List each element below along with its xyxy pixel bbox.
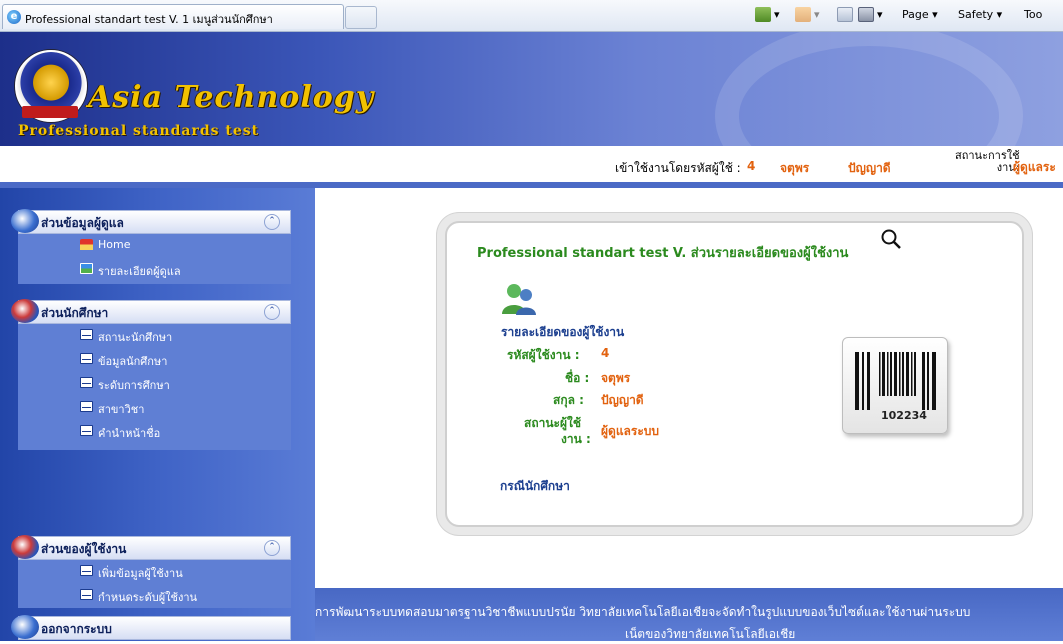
- panel-title: ออกจากระบบ: [41, 622, 112, 636]
- user-id-label: รหัสผู้ใช้งาน :: [507, 348, 580, 362]
- brand-title: Asia Technology: [88, 80, 375, 115]
- print-dropdown-icon[interactable]: ▾: [877, 5, 883, 25]
- search-icon[interactable]: [880, 228, 902, 250]
- sidebar-item-label: สาขาวิชา: [98, 403, 145, 416]
- feeds-dropdown-icon[interactable]: ▾: [814, 5, 820, 25]
- book-icon: [11, 535, 39, 559]
- sidebar-item-label: ระดับการศึกษา: [98, 379, 170, 392]
- feeds-icon[interactable]: [795, 7, 811, 22]
- logo-ribbon: [22, 106, 78, 118]
- login-label: เข้าใช้งานโดยรหัสผู้ใช้ :: [615, 161, 741, 175]
- envelope-icon: [80, 377, 93, 388]
- envelope-icon: [80, 353, 93, 364]
- status-label: สถานะการใช้ งาน:: [955, 150, 1020, 174]
- panel-admin-info: ส่วนข้อมูลผู้ดูแล ⌃ Home รายละเอียดผู้ดู…: [11, 209, 291, 284]
- sidebar-item-major[interactable]: สาขาวิชา: [18, 396, 291, 420]
- panel-body: เพิ่มข้อมูลผู้ใช้งาน กำหนดระดับผู้ใช้งาน: [18, 560, 291, 608]
- sidebar-item-home[interactable]: Home: [18, 234, 291, 258]
- book-icon: [11, 299, 39, 323]
- panel-header[interactable]: ส่วนของผู้ใช้งาน ⌃: [11, 535, 291, 560]
- panel-body: สถานะนักศึกษา ข้อมูลนักศึกษา ระดับการศึก…: [18, 324, 291, 450]
- sidebar-item-label: ข้อมูลนักศึกษา: [98, 355, 168, 368]
- name-label: ชื่อ :: [565, 371, 590, 385]
- panel-header[interactable]: ส่วนข้อมูลผู้ดูแล ⌃: [11, 209, 291, 234]
- panel-title: ส่วนข้อมูลผู้ดูแล: [41, 216, 124, 230]
- collapse-icon[interactable]: ⌃: [264, 304, 280, 320]
- card-title: Professional standart test V. ส่วนรายละเ…: [477, 246, 849, 261]
- panel-header[interactable]: ส่วนนักศึกษา ⌃: [11, 299, 291, 324]
- tools-menu[interactable]: Too: [1024, 5, 1042, 25]
- sidebar-item-user-level[interactable]: กำหนดระดับผู้ใช้งาน: [18, 584, 291, 608]
- sidebar-item-label: เพิ่มข้อมูลผู้ใช้งาน: [98, 567, 183, 580]
- panel-logout: ออกจากระบบ: [11, 615, 291, 640]
- section-title: รายละเอียดของผู้ใช้งาน: [501, 325, 625, 339]
- sidebar-item-student-info[interactable]: ข้อมูลนักศึกษา: [18, 348, 291, 372]
- student-case-link[interactable]: กรณีนักศึกษา: [500, 477, 570, 496]
- logout-button[interactable]: ออกจากระบบ: [11, 615, 291, 640]
- sidebar-item-education-level[interactable]: ระดับการศึกษา: [18, 372, 291, 396]
- page-menu[interactable]: Page ▾: [902, 5, 938, 25]
- surname-label: สกุล :: [553, 393, 584, 407]
- envelope-icon: [80, 401, 93, 412]
- panel-title: ส่วนนักศึกษา: [41, 306, 109, 320]
- picture-icon: [80, 263, 93, 274]
- barcode-icon: [855, 352, 936, 410]
- ie-logo-icon: e: [7, 10, 21, 24]
- panel-student: ส่วนนักศึกษา ⌃ สถานะนักศึกษา ข้อมูลนักศึ…: [11, 299, 291, 450]
- envelope-icon: [80, 565, 93, 576]
- browser-tab[interactable]: e Professional standart test V. 1 เมนูส่…: [2, 4, 344, 29]
- safety-menu[interactable]: Safety ▾: [958, 5, 1002, 25]
- footer-line-1: การพัฒนาระบบทดสอบมาตรฐานวิชาชีพแบบปรนัย …: [315, 605, 971, 619]
- panel-title: ส่วนของผู้ใช้งาน: [41, 542, 127, 556]
- status-field-value: ผู้ดูแลระบบ: [601, 424, 660, 438]
- tab-title: Professional standart test V. 1 เมนูส่วน…: [25, 13, 273, 26]
- logout-icon: [11, 615, 39, 639]
- footer: การพัฒนาระบบทดสอบมาตรฐานวิชาชีพแบบปรนัย …: [315, 588, 1063, 641]
- login-user-id: 4: [747, 159, 756, 173]
- panel-user: ส่วนของผู้ใช้งาน ⌃ เพิ่มข้อมูลผู้ใช้งาน …: [11, 535, 291, 608]
- sidebar-item-label: คำนำหน้าชื่อ: [98, 427, 161, 440]
- collapse-icon[interactable]: ⌃: [264, 214, 280, 230]
- name-value: จตุพร: [601, 371, 631, 385]
- barcode-number: 102234: [881, 409, 927, 422]
- panel-body: Home รายละเอียดผู้ดูแล: [18, 234, 291, 284]
- banner-watermark: [715, 32, 1023, 146]
- user-id-value: 4: [601, 346, 610, 360]
- sidebar-item-label: Home: [98, 238, 131, 251]
- sidebar-item-label: กำหนดระดับผู้ใช้งาน: [98, 591, 198, 604]
- status-value: ผู้ดูแลระ: [1013, 160, 1056, 174]
- envelope-icon: [80, 589, 93, 600]
- barcode-card: 102234: [842, 337, 948, 434]
- print-icon[interactable]: [858, 7, 874, 22]
- home-dropdown-icon[interactable]: ▾: [774, 5, 780, 25]
- sidebar-item-admin-details[interactable]: รายละเอียดผู้ดูแล: [18, 258, 291, 282]
- sidebar-item-label: สถานะนักศึกษา: [98, 331, 173, 344]
- sidebar: ส่วนข้อมูลผู้ดูแล ⌃ Home รายละเอียดผู้ดู…: [0, 188, 315, 641]
- footer-line-2: เน็ตของวิทยาลัยเทคโนโลยีเอเชีย: [625, 627, 796, 641]
- envelope-icon: [80, 425, 93, 436]
- brand-subtitle: Professional standards test: [18, 123, 260, 139]
- sidebar-item-student-status[interactable]: สถานะนักศึกษา: [18, 324, 291, 348]
- user-icon: [502, 284, 536, 315]
- home-icon[interactable]: [755, 7, 771, 22]
- login-last-name: ปัญญาดี: [848, 161, 891, 175]
- mail-icon[interactable]: [837, 7, 853, 22]
- user-info-strip: เข้าใช้งานโดยรหัสผู้ใช้ : 4 จตุพร ปัญญาด…: [0, 146, 1063, 188]
- collapse-icon[interactable]: ⌃: [264, 540, 280, 556]
- new-tab-button[interactable]: [345, 6, 377, 29]
- login-first-name: จตุพร: [780, 161, 810, 175]
- status-field-label-2: งาน :: [561, 432, 591, 446]
- sidebar-item-add-user[interactable]: เพิ่มข้อมูลผู้ใช้งาน: [18, 560, 291, 584]
- sidebar-item-label: รายละเอียดผู้ดูแล: [98, 265, 181, 278]
- barcode-bars: [855, 352, 937, 412]
- window-icon: [11, 209, 39, 233]
- sidebar-item-name-prefix[interactable]: คำนำหน้าชื่อ: [18, 420, 291, 444]
- home-icon: [80, 239, 93, 250]
- envelope-icon: [80, 329, 93, 340]
- browser-toolbar: e Professional standart test V. 1 เมนูส่…: [0, 0, 1063, 32]
- surname-value: ปัญญาดี: [601, 393, 644, 407]
